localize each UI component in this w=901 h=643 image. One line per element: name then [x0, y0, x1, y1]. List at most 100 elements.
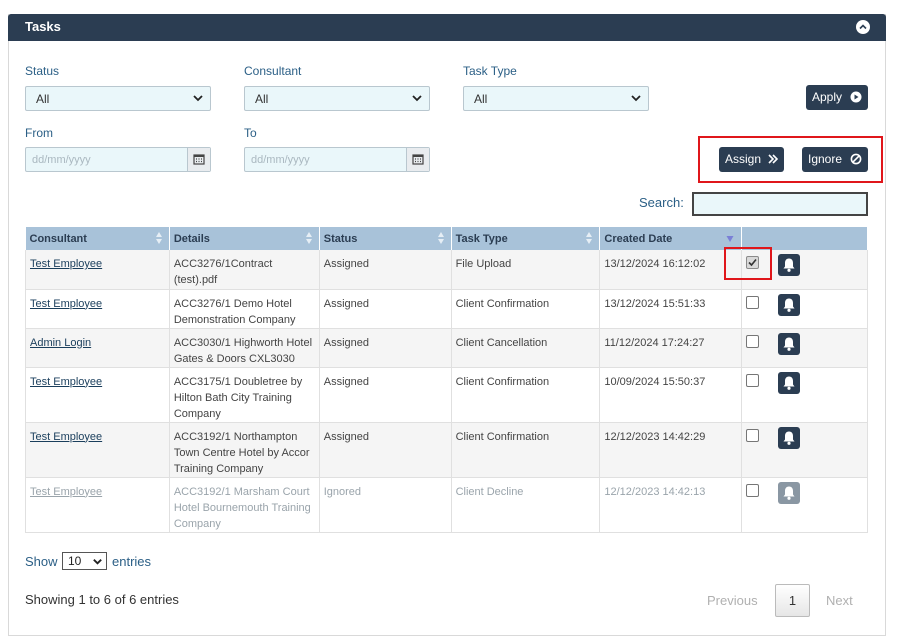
- actions-cell: [741, 477, 868, 533]
- table-row: Test Employee ACC3192/1 Marsham Court Hot…: [25, 477, 868, 533]
- ignore-button[interactable]: Ignore: [802, 147, 868, 172]
- status-cell: Assigned: [319, 328, 452, 368]
- entries-select[interactable]: 10: [62, 552, 107, 570]
- previous-button[interactable]: Previous: [707, 593, 758, 608]
- sort-icon: [155, 232, 162, 244]
- status-cell: Assigned: [319, 250, 452, 290]
- search-label: Search:: [639, 195, 684, 210]
- consultant-cell: Test Employee: [25, 422, 170, 478]
- sort-icon: [586, 232, 593, 244]
- consultant-link[interactable]: Test Employee: [30, 376, 102, 388]
- status-label: Status: [25, 64, 60, 78]
- from-label: From: [25, 126, 53, 140]
- col-task-type[interactable]: Task Type: [451, 227, 601, 250]
- consultant-link[interactable]: Test Employee: [30, 258, 102, 270]
- status-cell: Assigned: [319, 422, 452, 478]
- actions-cell: [741, 289, 868, 329]
- task-type-select[interactable]: All: [463, 86, 649, 111]
- task-type-cell: Client Cancellation: [451, 328, 601, 368]
- consultant-cell: Admin Login: [25, 328, 170, 368]
- actions-cell: [741, 422, 868, 478]
- bell-button[interactable]: [778, 254, 801, 276]
- row-checkbox[interactable]: [746, 428, 760, 442]
- sort-icon: [437, 232, 444, 244]
- apply-button[interactable]: Apply: [806, 85, 868, 110]
- page-1-button[interactable]: 1: [775, 584, 810, 617]
- row-checkbox[interactable]: [746, 483, 760, 497]
- bell-button[interactable]: [778, 371, 801, 394]
- bell-button[interactable]: [778, 481, 801, 504]
- chevron-down-icon: [631, 95, 641, 102]
- table-row: Test Employee ACC3192/1 Northampton Town …: [25, 422, 868, 478]
- bell-icon: [783, 376, 795, 390]
- to-date-input[interactable]: dd/mm/yyyy: [244, 147, 430, 172]
- created-date-cell: 12/12/2023 14:42:29: [599, 422, 743, 478]
- panel-title: Tasks: [25, 19, 61, 34]
- task-type-cell: File Upload: [451, 250, 601, 290]
- consultant-cell: Test Employee: [25, 289, 170, 329]
- created-date-cell: 13/12/2024 15:51:33: [599, 289, 743, 329]
- details-cell: ACC3276/1 Demo Hotel Demonstration Compa…: [169, 289, 320, 329]
- checkbox-highlight-box: [724, 247, 772, 280]
- chevron-down-icon: [193, 95, 203, 102]
- bell-icon: [783, 431, 795, 445]
- col-created-date[interactable]: Created Date: [599, 227, 743, 250]
- actions-cell: [741, 328, 868, 368]
- show-label: Show: [25, 554, 58, 569]
- row-checkbox[interactable]: [746, 334, 760, 348]
- consultant-select[interactable]: All: [244, 86, 430, 111]
- to-label: To: [244, 126, 257, 140]
- calendar-icon[interactable]: [406, 148, 429, 171]
- consultant-cell: Test Employee: [25, 477, 170, 533]
- details-cell: ACC3175/1 Doubletree by Hilton Bath City…: [169, 367, 320, 423]
- bell-button[interactable]: [778, 332, 801, 355]
- search-input[interactable]: [692, 192, 868, 216]
- assign-button[interactable]: Assign: [719, 147, 784, 172]
- table-row: Test Employee ACC3175/1 Doubletree by Hil…: [25, 367, 868, 423]
- col-consultant[interactable]: Consultant: [25, 227, 170, 250]
- consultant-link[interactable]: Test Employee: [30, 486, 102, 498]
- status-select[interactable]: All: [25, 86, 211, 111]
- ban-icon: [850, 153, 862, 165]
- task-type-cell: Client Confirmation: [451, 289, 601, 329]
- status-cell: Assigned: [319, 367, 452, 423]
- entries-label: entries: [112, 554, 152, 569]
- consultant-link[interactable]: Test Employee: [30, 298, 102, 310]
- consultant-cell: Test Employee: [25, 367, 170, 423]
- double-chevron-right-icon: [768, 154, 778, 164]
- row-checkbox[interactable]: [746, 373, 760, 387]
- from-date-input[interactable]: dd/mm/yyyy: [25, 147, 211, 172]
- next-button[interactable]: Next: [826, 593, 853, 608]
- consultant-label: Consultant: [244, 64, 302, 78]
- consultant-link[interactable]: Admin Login: [30, 337, 91, 349]
- bell-button[interactable]: [778, 293, 801, 316]
- sort-icon: [305, 232, 312, 244]
- sort-desc-icon: [726, 236, 734, 242]
- table-row: Admin Login ACC3030/1 Highworth Hotel Gat…: [25, 328, 868, 368]
- col-details[interactable]: Details: [169, 227, 320, 250]
- details-cell: ACC3030/1 Highworth Hotel Gates & Doors …: [169, 328, 320, 368]
- task-type-cell: Client Confirmation: [451, 367, 601, 423]
- bell-button[interactable]: [778, 426, 801, 449]
- bell-icon: [783, 486, 795, 500]
- bell-icon: [783, 298, 795, 312]
- details-cell: ACC3192/1 Northampton Town Centre Hotel …: [169, 422, 320, 478]
- table-row: Test Employee ACC3276/1 Demo Hotel Demons…: [25, 289, 868, 329]
- row-checkbox[interactable]: [746, 295, 760, 309]
- task-type-cell: Client Confirmation: [451, 422, 601, 478]
- created-date-cell: 11/12/2024 17:24:27: [599, 328, 743, 368]
- actions-cell: [741, 367, 868, 423]
- collapse-icon[interactable]: [856, 20, 870, 34]
- consultant-link[interactable]: Test Employee: [30, 431, 102, 443]
- calendar-icon[interactable]: [187, 148, 210, 171]
- status-cell: Assigned: [319, 289, 452, 329]
- task-type-cell: Client Decline: [451, 477, 601, 533]
- bell-icon: [783, 337, 795, 351]
- status-cell: Ignored: [319, 477, 452, 533]
- chevron-down-icon: [93, 559, 102, 565]
- details-cell: ACC3276/1Contract (test).pdf: [169, 250, 320, 290]
- consultant-cell: Test Employee: [25, 250, 170, 290]
- play-circle-icon: [850, 91, 862, 103]
- col-status[interactable]: Status: [319, 227, 452, 250]
- table-info: Showing 1 to 6 of 6 entries: [25, 592, 179, 607]
